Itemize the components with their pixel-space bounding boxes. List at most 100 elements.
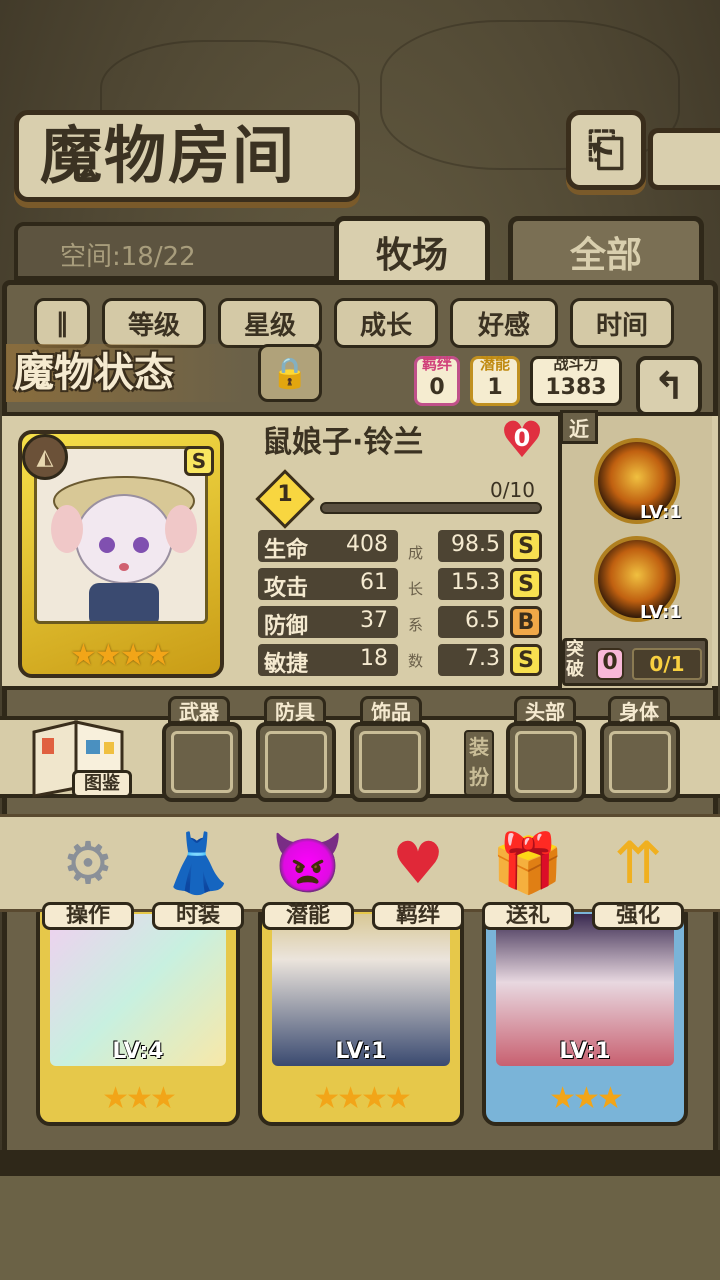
breakthrough-label: 突破 xyxy=(566,639,584,680)
growth-grade: B xyxy=(510,606,542,638)
sort-time-button[interactable]: 时间 xyxy=(570,298,674,348)
sort-order-toggle[interactable]: ‖ xyxy=(34,298,90,348)
growth-value: 7.3 xyxy=(465,646,500,671)
mouse-girl-illustration xyxy=(51,476,197,621)
range-tag: 近 xyxy=(560,410,598,444)
growth-grade: S xyxy=(510,644,542,676)
roster-card[interactable]: LV:4 ★★★ xyxy=(36,900,240,1126)
slot-label: 防具 xyxy=(264,696,326,724)
return-button[interactable]: ↰ xyxy=(636,356,702,416)
back-button[interactable]: ⎗ xyxy=(566,110,646,190)
skill-level: LV:1 xyxy=(640,502,682,523)
combat-power-label: 战斗力 xyxy=(553,355,599,373)
page-title: 魔物房间 xyxy=(40,119,297,192)
slot-label: 身体 xyxy=(608,696,670,724)
potential-value: 1 xyxy=(487,375,503,400)
upgrade-arrows-icon: ⇈ xyxy=(613,829,663,897)
action-label: 羁绊 xyxy=(372,902,464,930)
affection-value: 0 xyxy=(513,424,531,452)
weapon-slot[interactable] xyxy=(162,722,242,802)
encyclopedia-label: 图鉴 xyxy=(72,770,132,798)
combat-power: 战斗力 1383 xyxy=(530,355,622,406)
gift-button[interactable]: 🎁 送礼 xyxy=(478,818,578,930)
hearts-icon: ♥ xyxy=(392,829,444,897)
dress-up-label: 装扮 xyxy=(464,730,494,796)
sort-growth-button[interactable]: 成长 xyxy=(334,298,438,348)
skill-level: LV:1 xyxy=(640,602,682,623)
head-slot[interactable] xyxy=(506,722,586,802)
body-slot[interactable] xyxy=(600,722,680,802)
growth-grade: S xyxy=(510,568,542,600)
pause-sort-icon: ‖ xyxy=(55,308,69,338)
return-arrow-icon: ↰ xyxy=(653,364,685,408)
roster-stars: ★★★ xyxy=(102,1081,177,1116)
roster-card[interactable]: LV:1 ★★★★ xyxy=(258,900,464,1126)
roster-stars: ★★★★ xyxy=(313,1081,412,1116)
breakthrough-count: 0 xyxy=(596,648,624,680)
growth-grade: S xyxy=(510,530,542,562)
potential-label: 潜能 xyxy=(479,355,510,373)
slot-label: 头部 xyxy=(514,696,576,724)
tab-all[interactable]: 全部 xyxy=(508,216,704,288)
potential-button[interactable]: 👿 潜能 xyxy=(258,818,358,930)
dark-spirit-icon: 👿 xyxy=(271,829,345,897)
breakthrough-progress[interactable]: 0/1 xyxy=(632,648,702,680)
growth-caption-char: 长 xyxy=(408,580,424,598)
stat-value: 37 xyxy=(360,608,388,633)
stat-value: 61 xyxy=(360,570,388,595)
accessory-slot[interactable] xyxy=(350,722,430,802)
growth-caption-char: 成 xyxy=(408,544,424,562)
enhance-button[interactable]: ⇈ 强化 xyxy=(588,818,688,930)
action-label: 潜能 xyxy=(262,902,354,930)
gift-icon: 🎁 xyxy=(491,829,565,897)
exp-bar xyxy=(320,502,542,514)
back-arrow-icon: ⎗ xyxy=(587,122,625,176)
armor-slot[interactable] xyxy=(256,722,336,802)
back-tab xyxy=(648,128,720,190)
operate-button[interactable]: ⚙ 操作 xyxy=(38,818,138,930)
slot-label: 武器 xyxy=(168,696,230,724)
action-label: 操作 xyxy=(42,902,134,930)
bond-counter: 羁绊 0 xyxy=(414,355,460,406)
growth-value: 15.3 xyxy=(451,570,500,595)
roster-level: LV:1 xyxy=(335,1039,387,1064)
action-label: 时装 xyxy=(152,902,244,930)
monster-status-title: 魔物状态 xyxy=(6,344,244,402)
sort-star-button[interactable]: 星级 xyxy=(218,298,322,348)
roster-stars: ★★★ xyxy=(549,1081,624,1116)
exp-text: 0/10 xyxy=(490,478,535,502)
roster-level: LV:4 xyxy=(112,1039,164,1064)
bond-label: 羁绊 xyxy=(421,355,452,373)
bond-value: 0 xyxy=(429,375,445,400)
stat-value: 408 xyxy=(346,532,388,557)
combat-power-value: 1383 xyxy=(545,375,607,400)
footer-background xyxy=(0,1176,720,1280)
stat-label: 攻击 xyxy=(264,576,309,601)
sort-level-button[interactable]: 等级 xyxy=(102,298,206,348)
action-label: 送礼 xyxy=(482,902,574,930)
growth-value: 98.5 xyxy=(451,532,500,557)
roster-level: LV:1 xyxy=(559,1039,611,1064)
potential-counter: 潜能 1 xyxy=(470,355,520,406)
growth-value: 6.5 xyxy=(465,608,500,633)
rank-badge: S xyxy=(184,446,214,476)
growth-caption-char: 系 xyxy=(408,616,424,634)
outfit-icon: 👗 xyxy=(161,829,235,897)
lock-button[interactable]: 🔒 xyxy=(258,344,322,402)
slot-label: 饰品 xyxy=(360,696,422,724)
tab-ranch[interactable]: 牧场 xyxy=(334,216,490,288)
growth-caption-char: 数 xyxy=(408,652,424,670)
stat-label: 防御 xyxy=(264,614,309,639)
level-value: 1 xyxy=(277,482,293,507)
roster-card[interactable]: LV:1 ★★★ xyxy=(482,900,688,1126)
space-counter: 空间:18/22 xyxy=(60,242,196,272)
action-label: 强化 xyxy=(592,902,684,930)
sort-affection-button[interactable]: 好感 xyxy=(450,298,558,348)
bond-button[interactable]: ♥ 羁绊 xyxy=(368,818,468,930)
mountain-element-icon: ◭ xyxy=(22,434,68,480)
padlock-icon: 🔒 xyxy=(271,355,309,391)
star-rating: ★★★★ xyxy=(70,638,172,673)
gear-icon: ⚙ xyxy=(62,829,114,897)
stat-label: 敏捷 xyxy=(264,652,309,677)
fashion-button[interactable]: 👗 时装 xyxy=(148,818,248,930)
